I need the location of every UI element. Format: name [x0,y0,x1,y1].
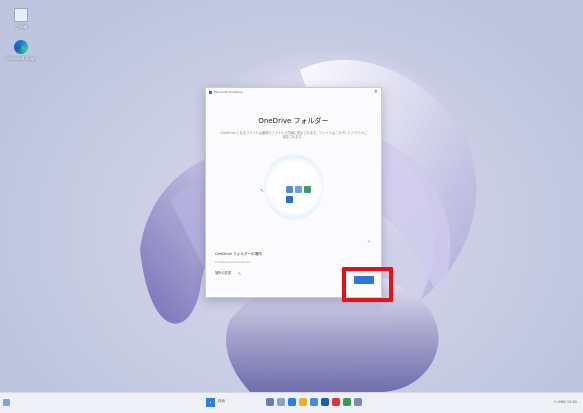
next-button-highlight-box [342,267,393,302]
edge-icon [14,40,28,54]
folder-location-path: C:\Users\user\OneDrive [215,260,251,264]
close-icon[interactable]: × [374,89,378,95]
taskbar: 検索 へ ENG 12:00 [0,392,583,413]
illustration-glow [264,154,324,220]
task-view-icon[interactable] [266,398,274,406]
arrow-icon: ↖ [260,188,265,194]
onedrive-taskbar-icon[interactable] [354,398,362,406]
dialog-window-title: Microsoft OneDrive [214,90,243,94]
mail-icon[interactable] [321,398,329,406]
desktop-icon-label: ごみ箱 [15,24,27,29]
folder-tile-icon [286,186,293,193]
dialog-titlebar: Microsoft OneDrive × [206,88,381,96]
onedrive-cloud-icon [209,90,212,94]
folder-location-title: OneDrive フォルダーの場所 [215,252,262,256]
system-tray[interactable]: へ ENG 12:00 [554,400,577,405]
desktop-icon-edge[interactable]: Microsoft Edge [6,40,36,61]
spreadsheet-tile-icon [304,186,311,193]
desktop-icon-label: Microsoft Edge [6,56,36,61]
widgets-icon[interactable] [3,399,10,406]
app-icon[interactable] [343,398,351,406]
onedrive-folder-illustration: ↖ [258,148,328,228]
recycle-bin-icon [14,8,28,22]
taskbar-apps [266,398,362,406]
taskbar-search[interactable]: 検索 [218,399,240,406]
chat-icon[interactable] [277,398,285,406]
document-tile-icon [286,196,293,203]
image-tile-icon [295,186,302,193]
store-icon[interactable] [310,398,318,406]
dialog-heading: OneDrive フォルダー [258,117,329,125]
cursor-icon: ↖ [238,271,242,276]
file-explorer-icon[interactable] [299,398,307,406]
plus-icon: + [367,239,371,244]
edge-taskbar-icon[interactable] [288,398,296,406]
dialog-description: OneDrive にあるファイルは通常のファイルと同様に表示されます。ファイルは… [220,131,367,139]
desktop-icon-recycle-bin[interactable]: ごみ箱 [6,8,36,30]
office-icon[interactable] [332,398,340,406]
start-button[interactable] [206,398,215,407]
change-location-link[interactable]: 場所の変更 [215,270,231,275]
